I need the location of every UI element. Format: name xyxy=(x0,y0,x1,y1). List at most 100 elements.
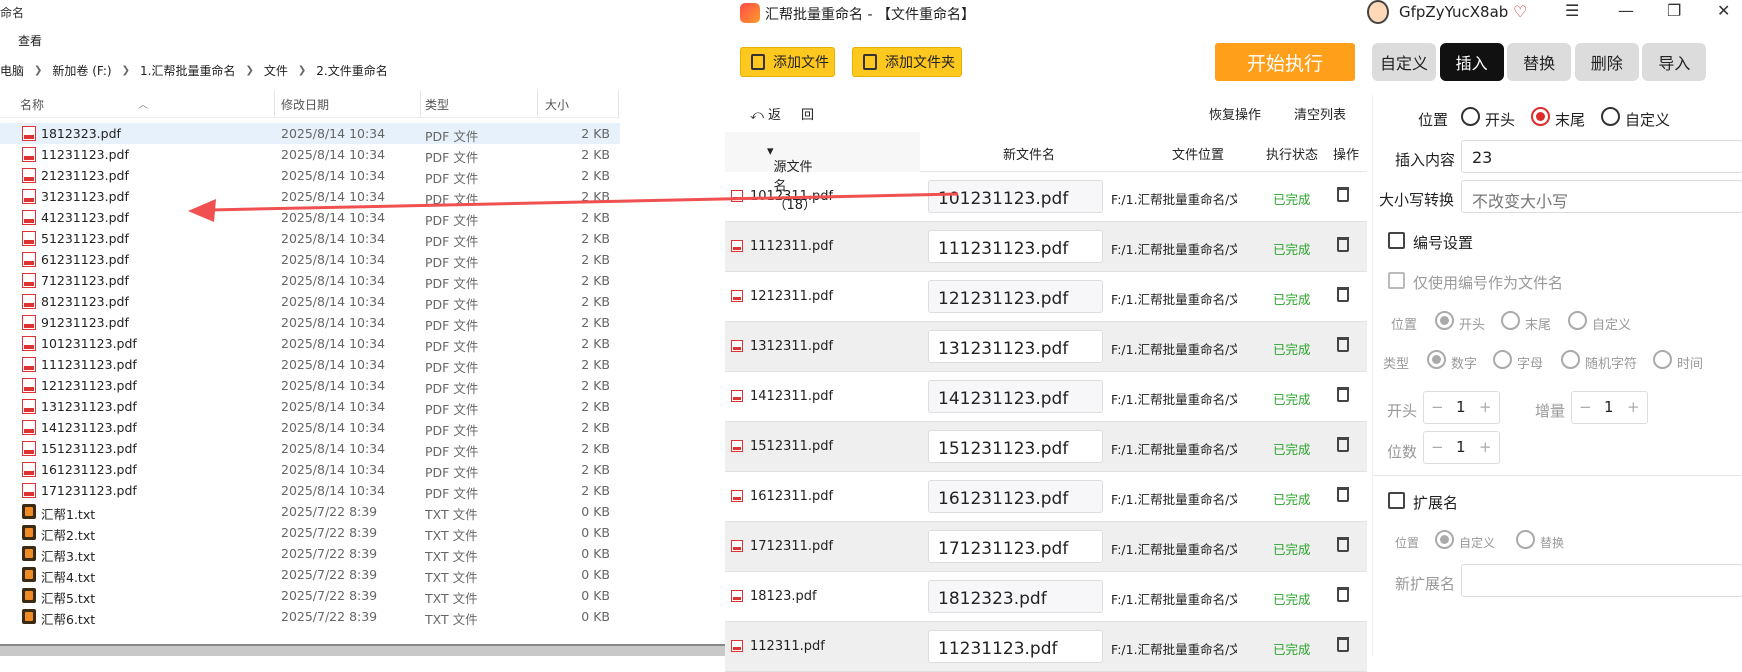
extension-checkbox[interactable] xyxy=(1388,492,1405,509)
file-row[interactable]: 121231123.pdf 2025/8/14 10:34 PDF 文件 2 KB xyxy=(0,375,620,396)
username[interactable]: GfpZyYucX8ab xyxy=(1399,3,1508,21)
close-icon[interactable]: ✕ xyxy=(1717,1,1730,20)
delete-icon[interactable] xyxy=(1337,637,1349,652)
file-row[interactable]: 51231123.pdf 2025/8/14 10:34 PDF 文件 2 KB xyxy=(0,228,620,249)
new-ext-input[interactable] xyxy=(1461,564,1742,597)
file-row[interactable]: 61231123.pdf 2025/8/14 10:34 PDF 文件 2 KB xyxy=(0,249,620,270)
add-folder-button[interactable]: 添加文件夹 xyxy=(852,47,962,77)
breadcrumb-item[interactable]: 新加卷 (F:) xyxy=(52,62,111,79)
avatar[interactable] xyxy=(1367,0,1389,24)
tab-1[interactable]: 插入 xyxy=(1439,43,1504,81)
step-stepper[interactable]: −1 + xyxy=(1571,391,1648,424)
minimize-icon[interactable]: — xyxy=(1618,1,1634,20)
ext-custom-radio[interactable] xyxy=(1435,530,1454,549)
minus-icon[interactable]: − xyxy=(1431,438,1444,456)
table-row[interactable]: 18123.pdf 1812323.pdf F:/1.汇帮批量重命名/文件 已完成 xyxy=(725,572,1367,622)
new-filename-input[interactable]: 101231123.pdf xyxy=(928,180,1103,213)
digits-stepper[interactable]: −1 + xyxy=(1423,431,1500,464)
file-row[interactable]: 71231123.pdf 2025/8/14 10:34 PDF 文件 2 KB xyxy=(0,270,620,291)
delete-icon[interactable] xyxy=(1337,287,1349,302)
tab-0[interactable]: 自定义 xyxy=(1372,43,1436,81)
file-row[interactable]: 汇帮5.txt 2025/7/22 8:39 TXT 文件 0 KB xyxy=(0,585,620,606)
delete-icon[interactable] xyxy=(1337,437,1349,452)
file-row[interactable]: 汇帮6.txt 2025/7/22 8:39 TXT 文件 0 KB xyxy=(0,606,620,627)
file-row[interactable]: 81231123.pdf 2025/8/14 10:34 PDF 文件 2 KB xyxy=(0,291,620,312)
tab-2[interactable]: 替换 xyxy=(1507,43,1572,81)
tab-3[interactable]: 删除 xyxy=(1574,43,1639,81)
new-filename-input[interactable]: 1812323.pdf xyxy=(928,580,1103,613)
plus-icon[interactable]: + xyxy=(1479,398,1492,416)
breadcrumb-item[interactable]: 文件 xyxy=(264,62,288,79)
table-row[interactable]: 1012311.pdf 101231123.pdf F:/1.汇帮批量重命名/文件 已… xyxy=(725,172,1367,222)
breadcrumb[interactable]: 电脑 ❯ 新加卷 (F:) ❯ 1.汇帮批量重命名 ❯ 文件 ❯ 2.文件重命名 xyxy=(0,59,388,81)
column-size[interactable]: 大小 xyxy=(545,96,569,113)
maximize-icon[interactable]: ❐ xyxy=(1667,1,1681,20)
file-row[interactable]: 91231123.pdf 2025/8/14 10:34 PDF 文件 2 KB xyxy=(0,312,620,333)
table-row[interactable]: 1212311.pdf 121231123.pdf F:/1.汇帮批量重命名/文件 已… xyxy=(725,272,1367,322)
column-source[interactable]: ▾ 源文件名（18） xyxy=(767,144,816,213)
delete-icon[interactable] xyxy=(1337,387,1349,402)
file-row[interactable]: 41231123.pdf 2025/8/14 10:34 PDF 文件 2 KB xyxy=(0,207,620,228)
file-row[interactable]: 汇帮1.txt 2025/7/22 8:39 TXT 文件 0 KB xyxy=(0,501,620,522)
breadcrumb-item[interactable]: 2.文件重命名 xyxy=(316,62,387,79)
file-row[interactable]: 101231123.pdf 2025/8/14 10:34 PDF 文件 2 KB xyxy=(0,333,620,354)
delete-icon[interactable] xyxy=(1337,187,1349,202)
new-filename-input[interactable]: 141231123.pdf xyxy=(928,380,1103,413)
column-date[interactable]: 修改日期 xyxy=(281,96,329,113)
clear-list-button[interactable]: 清空列表 xyxy=(1294,104,1346,123)
table-row[interactable]: 1512311.pdf 151231123.pdf F:/1.汇帮批量重命名/文件 已… xyxy=(725,422,1367,472)
file-row[interactable]: 141231123.pdf 2025/8/14 10:34 PDF 文件 2 KB xyxy=(0,417,620,438)
delete-icon[interactable] xyxy=(1337,237,1349,252)
file-row[interactable]: 171231123.pdf 2025/8/14 10:34 PDF 文件 2 KB xyxy=(0,480,620,501)
file-row[interactable]: 111231123.pdf 2025/8/14 10:34 PDF 文件 2 KB xyxy=(0,354,620,375)
vip-heart-icon[interactable]: ♡ xyxy=(1513,2,1527,21)
type-letter-radio[interactable] xyxy=(1493,350,1512,369)
start-stepper[interactable]: −1 + xyxy=(1423,391,1500,424)
position-end-radio[interactable] xyxy=(1531,107,1550,126)
breadcrumb-item[interactable]: 电脑 xyxy=(0,62,24,79)
table-row[interactable]: 1412311.pdf 141231123.pdf F:/1.汇帮批量重命名/文件 已… xyxy=(725,372,1367,422)
num-position-start-radio[interactable] xyxy=(1435,311,1454,330)
num-position-end-radio[interactable] xyxy=(1501,311,1520,330)
type-number-radio[interactable] xyxy=(1427,350,1446,369)
file-row[interactable]: 汇帮4.txt 2025/7/22 8:39 TXT 文件 0 KB xyxy=(0,564,620,585)
position-start-radio[interactable] xyxy=(1461,107,1480,126)
view-menu[interactable]: 查看 xyxy=(18,32,42,49)
undo-button[interactable]: ⤺ 返 xyxy=(750,104,781,123)
file-row[interactable]: 31231123.pdf 2025/8/14 10:34 PDF 文件 2 KB xyxy=(0,186,620,207)
restore-button[interactable]: 恢复操作 xyxy=(1209,104,1261,123)
file-row[interactable]: 21231123.pdf 2025/8/14 10:34 PDF 文件 2 KB xyxy=(0,165,620,186)
position-custom-radio[interactable] xyxy=(1601,107,1620,126)
new-filename-input[interactable]: 121231123.pdf xyxy=(928,280,1103,313)
minus-icon[interactable]: − xyxy=(1579,398,1592,416)
file-row[interactable]: 汇帮3.txt 2025/7/22 8:39 TXT 文件 0 KB xyxy=(0,543,620,564)
breadcrumb-item[interactable]: 1.汇帮批量重命名 xyxy=(140,62,235,79)
delete-icon[interactable] xyxy=(1337,487,1349,502)
num-position-custom-radio[interactable] xyxy=(1568,311,1587,330)
redo-button[interactable]: 回 xyxy=(801,104,814,123)
plus-icon[interactable]: + xyxy=(1479,438,1492,456)
type-random-radio[interactable] xyxy=(1561,350,1580,369)
file-row[interactable]: 1812323.pdf 2025/8/14 10:34 PDF 文件 2 KB xyxy=(0,123,620,144)
new-filename-input[interactable]: 131231123.pdf xyxy=(928,330,1103,363)
insert-content-input[interactable]: 23 xyxy=(1461,140,1742,173)
table-row[interactable]: 1612311.pdf 161231123.pdf F:/1.汇帮批量重命名/文件 已… xyxy=(725,472,1367,522)
new-filename-input[interactable]: 11231123.pdf xyxy=(928,630,1103,663)
column-name[interactable]: 名称 xyxy=(20,96,44,113)
only-number-checkbox[interactable] xyxy=(1388,272,1405,289)
table-row[interactable]: 1712311.pdf 171231123.pdf F:/1.汇帮批量重命名/文件 已… xyxy=(725,522,1367,572)
file-row[interactable]: 131231123.pdf 2025/8/14 10:34 PDF 文件 2 KB xyxy=(0,396,620,417)
table-row[interactable]: 112311.pdf 11231123.pdf F:/1.汇帮批量重命名/文件 已完成 xyxy=(725,622,1367,672)
file-row[interactable]: 151231123.pdf 2025/8/14 10:34 PDF 文件 2 KB xyxy=(0,438,620,459)
file-row[interactable]: 汇帮2.txt 2025/7/22 8:39 TXT 文件 0 KB xyxy=(0,522,620,543)
new-filename-input[interactable]: 171231123.pdf xyxy=(928,530,1103,563)
start-button[interactable]: 开始执行 xyxy=(1215,43,1355,81)
type-time-radio[interactable] xyxy=(1653,350,1672,369)
file-row[interactable]: 161231123.pdf 2025/8/14 10:34 PDF 文件 2 KB xyxy=(0,459,620,480)
ext-replace-radio[interactable] xyxy=(1516,530,1535,549)
file-row[interactable]: 11231123.pdf 2025/8/14 10:34 PDF 文件 2 KB xyxy=(0,144,620,165)
delete-icon[interactable] xyxy=(1337,587,1349,602)
table-row[interactable]: 1112311.pdf 111231123.pdf F:/1.汇帮批量重命名/文件 已… xyxy=(725,222,1367,272)
add-file-button[interactable]: 添加文件 xyxy=(740,47,835,77)
new-filename-input[interactable]: 111231123.pdf xyxy=(928,230,1103,263)
